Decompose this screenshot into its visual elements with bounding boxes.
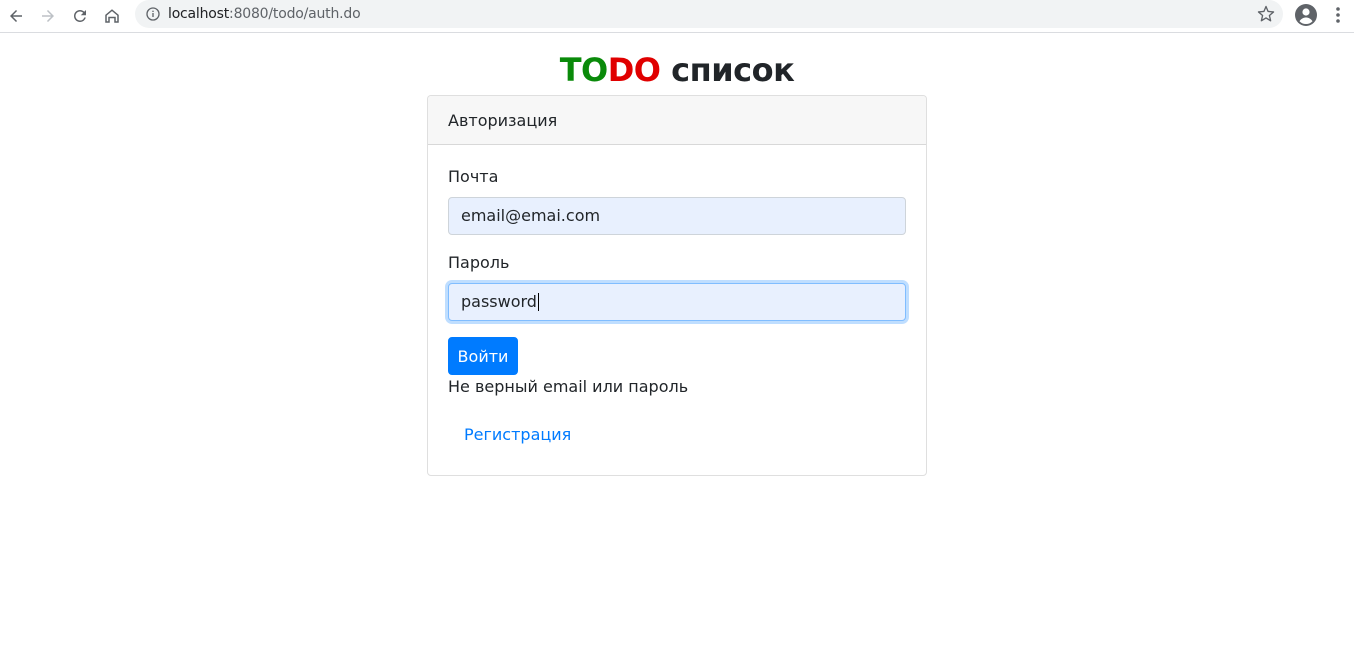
browser-toolbar: localhost:8080/todo/auth.do (0, 0, 1354, 33)
title-list: список (660, 51, 795, 89)
kebab-menu-icon[interactable] (1329, 5, 1347, 25)
error-message: Не верный email или пароль (448, 377, 689, 396)
url-host: localhost (168, 6, 230, 22)
password-value: password (461, 292, 537, 311)
password-label: Пароль (448, 253, 510, 272)
register-link[interactable]: Регистрация (464, 425, 571, 445)
page-title: TODO список (0, 50, 1354, 90)
star-icon[interactable] (1257, 5, 1275, 23)
back-arrow-icon[interactable] (4, 4, 28, 28)
email-field[interactable]: email@emai.com (448, 197, 906, 235)
url-text: localhost:8080/todo/auth.do (168, 6, 361, 22)
info-icon[interactable] (145, 6, 161, 22)
text-caret (537, 292, 539, 311)
auth-card: Авторизация Почта email@emai.com Пароль … (427, 95, 927, 476)
password-field[interactable]: password (448, 283, 906, 321)
auth-card-title: Авторизация (448, 110, 558, 130)
auth-card-header: Авторизация (428, 96, 926, 145)
url-path: :8080/todo/auth.do (229, 6, 361, 22)
profile-icon[interactable] (1294, 3, 1318, 27)
title-do: DO (607, 51, 661, 89)
email-value: email@emai.com (461, 206, 601, 225)
email-label: Почта (448, 167, 499, 186)
home-icon[interactable] (100, 4, 124, 28)
address-bar[interactable]: localhost:8080/todo/auth.do (135, 0, 1283, 28)
reload-icon[interactable] (68, 4, 92, 28)
login-button[interactable]: Войти (448, 337, 518, 375)
title-to: TO (559, 51, 609, 89)
forward-arrow-icon[interactable] (36, 4, 60, 28)
